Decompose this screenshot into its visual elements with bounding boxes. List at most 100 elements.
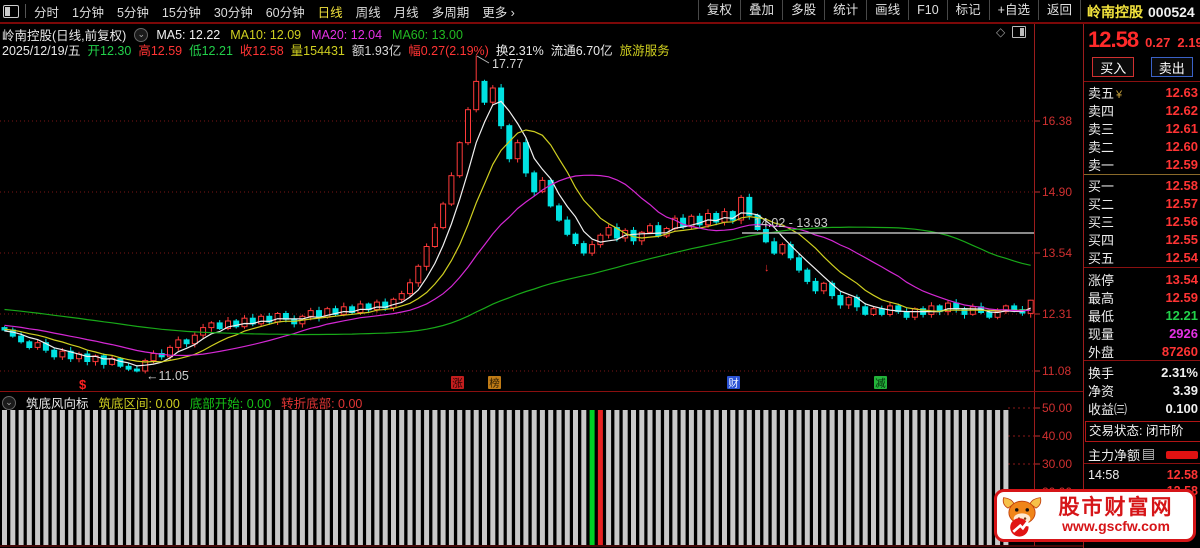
site-logo[interactable]: 股市财富网 www.gscfw.com — [994, 489, 1196, 542]
menu-item-复权[interactable]: 复权 — [698, 0, 740, 20]
ohlc-item: 开12.30 — [87, 44, 132, 58]
ask-row[interactable]: 卖四 12.62 — [1084, 101, 1200, 119]
ask-row-value: 12.59 — [1165, 156, 1198, 172]
panel-toggle-icon[interactable] — [1012, 26, 1027, 38]
ask-row[interactable]: 卖二 12.60 — [1084, 137, 1200, 155]
ask-row[interactable]: 卖三 12.61 — [1084, 119, 1200, 137]
ohlc-item: 额1.93亿 — [351, 44, 402, 58]
ask-row[interactable]: 卖五 ¥ 12.63 — [1084, 83, 1200, 101]
menu-item-更多 ›[interactable]: 更多 › — [482, 2, 515, 21]
stat-row: 净资 3.39 — [1084, 381, 1200, 399]
bid-row-value: 12.57 — [1165, 195, 1198, 211]
menu-item-F10[interactable]: F10 — [908, 0, 947, 20]
menu-item-+自选[interactable]: +自选 — [988, 0, 1038, 20]
bid-row[interactable]: 买一 12.58 — [1084, 176, 1200, 194]
logo-url: www.gscfw.com — [1062, 518, 1170, 535]
last-price: 12.58 — [1088, 27, 1139, 52]
menu-item-多股[interactable]: 多股 — [782, 0, 824, 20]
ohlc-item: 量154431 — [290, 44, 345, 58]
bid-levels: 买一 12.58 买二 12.57 买三 12.56 买四 12.55 买五 12.54 — [1084, 176, 1200, 266]
svg-text:减: 减 — [875, 378, 886, 390]
stat-row-value: 2.31% — [1161, 364, 1198, 380]
stat-row-label: 现量 — [1088, 326, 1115, 342]
divider — [1084, 360, 1200, 361]
price-change-pct: 2.19 — [1177, 35, 1200, 50]
menu-item-5分钟[interactable]: 5分钟 — [117, 2, 149, 21]
bid-row[interactable]: 买二 12.57 — [1084, 194, 1200, 212]
svg-text:榜: 榜 — [489, 377, 500, 390]
menu-item-日线[interactable]: 日线 — [318, 2, 343, 21]
ask-row-value: 12.60 — [1165, 138, 1198, 154]
menu-item-统计[interactable]: 统计 — [824, 0, 866, 20]
tick-time: 14:58 — [1088, 468, 1120, 482]
main-net-icon — [1143, 449, 1155, 460]
sell-button[interactable]: 卖出 — [1150, 57, 1193, 77]
ask-row[interactable]: 卖一 12.59 — [1084, 155, 1200, 173]
candlestick-chart[interactable]: 16.38 14.90 13.54 12.31 11.08 50.00 40.00 30.00… — [0, 0, 1200, 548]
menu-item-画线[interactable]: 画线 — [866, 0, 908, 20]
menu-item-月线[interactable]: 月线 — [394, 2, 419, 21]
bid-row-label: 买二 — [1088, 196, 1115, 212]
menu-divider — [25, 4, 26, 18]
svg-text:16.38: 16.38 — [1042, 114, 1072, 128]
bid-row-value: 12.54 — [1165, 249, 1198, 265]
ask-row-value: 12.62 — [1165, 102, 1198, 118]
top-menubar: 分时 1分钟 5分钟 15分钟 30分钟 60分钟 日线 周线 月线 多周期 更多 › 复权 叠加 多股… — [0, 0, 1200, 24]
svg-text:涨: 涨 — [452, 378, 463, 390]
bid-row[interactable]: 买五 12.54 — [1084, 248, 1200, 266]
stat-row-value: 3.39 — [1172, 382, 1198, 398]
svg-text:40.00: 40.00 — [1042, 429, 1072, 443]
quote-stats: 涨停 13.54 最高 12.59 最低 12.21 现量 2926 外盘 87260 — [1084, 270, 1200, 360]
stat-row-label: 收益㈢ — [1088, 401, 1128, 417]
svg-text:11.08: 11.08 — [1042, 364, 1071, 378]
ohlc-item: 幅0.27(2.19%) — [408, 44, 489, 58]
svg-text:17.77: 17.77 — [492, 57, 523, 71]
ask-row-label: 卖五 ¥ — [1088, 85, 1123, 101]
svg-text:财: 财 — [728, 377, 739, 390]
indicator-collapse-icon[interactable]: ⌄ — [2, 395, 16, 410]
menu-item-15分钟[interactable]: 15分钟 — [162, 2, 201, 21]
tools-menu: 复权 叠加 多股 统计 画线 F10 标记 +自选 返回 — [698, 0, 1081, 20]
stat-row-label: 外盘 — [1088, 344, 1115, 360]
indicator-value: 转折底部: 0.00 — [281, 397, 363, 411]
ask-levels: 卖五 ¥ 12.63 卖四 12.62 卖三 12.61 卖二 12.60 卖一 12.59 — [1084, 83, 1200, 173]
bid-row-label: 买四 — [1088, 232, 1115, 248]
stat-row-label: 换手 — [1088, 365, 1115, 381]
menu-item-标记[interactable]: 标记 — [946, 0, 989, 20]
price-box: 12.58 0.27 2.19 — [1088, 27, 1200, 53]
buy-button[interactable]: 买入 — [1092, 57, 1135, 77]
menu-item-周线[interactable]: 周线 — [356, 2, 381, 21]
svg-text:12.31: 12.31 — [1042, 307, 1072, 321]
menu-item-分时[interactable]: 分时 — [34, 2, 59, 21]
menu-item-返回[interactable]: 返回 — [1037, 0, 1081, 20]
indicator-title: 筑底风向标 — [26, 397, 89, 411]
main-net-row: 主力净额 — [1084, 446, 1200, 464]
bid-row[interactable]: 买三 12.56 — [1084, 212, 1200, 230]
ohlc-item: 2025/12/19/五 — [2, 44, 81, 58]
stat-row-value: 13.54 — [1165, 271, 1198, 287]
bull-icon — [1002, 496, 1042, 537]
diamond-icon[interactable]: ◇ — [996, 25, 1005, 39]
stat-row-label: 净资 — [1088, 383, 1115, 399]
window-icon[interactable] — [3, 4, 19, 18]
stat-row-label: 涨停 — [1088, 272, 1115, 288]
tick-price: 12.58 — [1166, 468, 1198, 482]
indicator-value: 底部开始: 0.00 — [189, 397, 272, 411]
menu-item-60分钟[interactable]: 60分钟 — [266, 2, 305, 21]
menu-item-30分钟[interactable]: 30分钟 — [214, 2, 253, 21]
quote-panel: 12.58 0.27 2.19 买入 卖出 卖五 ¥ 12.63 卖四 12.62 卖三 1… — [1083, 24, 1200, 548]
ohlc-item: 高12.59 — [138, 44, 183, 58]
menu-item-1分钟[interactable]: 1分钟 — [72, 2, 104, 21]
ohlc-info-bar: 2025/12/19/五 开12.30 高12.59 低12.21 收12.58 量154… — [2, 40, 670, 59]
indicator-value: 筑底区间: 0.00 — [98, 397, 180, 411]
menu-item-叠加[interactable]: 叠加 — [740, 0, 782, 20]
stat-row-value: 12.59 — [1165, 289, 1198, 305]
trade-buttons: 买入 卖出 — [1084, 57, 1200, 77]
ohlc-item: 旅游服务 — [619, 44, 670, 58]
main-net-bar — [1166, 450, 1198, 459]
ohlc-item: 收12.58 — [239, 44, 284, 58]
bid-row[interactable]: 买四 12.55 — [1084, 230, 1200, 248]
ohlc-item: 低12.21 — [189, 44, 233, 58]
menu-item-多周期[interactable]: 多周期 — [432, 2, 470, 21]
ask-row-label: 卖三 — [1088, 121, 1115, 137]
